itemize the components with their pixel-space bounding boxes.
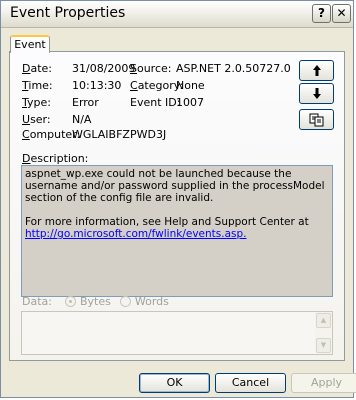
date-label: Date: [22, 62, 53, 75]
event-id-value: 1007 [176, 96, 204, 109]
data-format-row: Data: Bytes Words [22, 295, 169, 308]
apply-button[interactable]: Apply [291, 373, 356, 393]
window-title: Event Properties [10, 5, 126, 21]
event-id-label: Event ID: [130, 96, 181, 109]
next-event-button[interactable] [299, 83, 334, 104]
words-radio[interactable] [120, 296, 132, 307]
help-center-link[interactable]: http://go.microsoft.com/fwlink/events.as… [25, 228, 247, 240]
scroll-up-icon[interactable]: ▲ [316, 313, 331, 328]
copy-event-button[interactable] [299, 109, 334, 130]
data-scrollbar[interactable]: ▲ ▼ [315, 312, 332, 354]
type-label: Type: [22, 96, 51, 109]
previous-event-button[interactable] [299, 60, 334, 81]
help-button[interactable]: ? [312, 4, 331, 23]
user-label: User: [22, 113, 51, 126]
scroll-down-icon[interactable]: ▼ [316, 338, 331, 353]
help-center-text: For more information, see Help and Suppo… [25, 216, 309, 228]
close-icon: ✕ [336, 6, 347, 20]
source-value: ASP.NET 2.0.50727.0 [176, 62, 291, 75]
date-value: 31/08/2009 [72, 62, 136, 75]
computer-value: WGLAIBFZPWD3J [72, 128, 167, 141]
copy-icon [309, 113, 323, 127]
bytes-radio[interactable] [65, 296, 77, 307]
bytes-option[interactable]: Bytes [65, 295, 114, 308]
bytes-label: Bytes [79, 295, 111, 308]
description-label: Description: [22, 152, 89, 165]
help-icon: ? [318, 6, 325, 20]
user-value: N/A [72, 113, 92, 126]
arrow-up-icon [312, 65, 321, 76]
event-properties-dialog: Event Properties ? ✕ Event Date: 31/08/2… [0, 0, 356, 398]
data-textbox[interactable]: ▲ ▼ [21, 311, 333, 355]
ok-button[interactable]: OK [139, 373, 210, 393]
title-bar: Event Properties ? ✕ [1, 1, 353, 28]
words-option[interactable]: Words [120, 295, 169, 308]
tab-event[interactable]: Event [10, 35, 50, 53]
close-button[interactable]: ✕ [332, 4, 351, 23]
category-value: None [176, 79, 205, 92]
event-tab-panel: Date: 31/08/2009 Time: 10:13:30 Type: Er… [9, 51, 345, 361]
time-label: Time: [22, 79, 53, 92]
cancel-button[interactable]: Cancel [215, 373, 286, 393]
description-text: aspnet_wp.exe could not be launched beca… [25, 168, 325, 204]
description-textbox[interactable]: aspnet_wp.exe could not be launched beca… [21, 165, 333, 297]
arrow-down-icon [312, 88, 321, 99]
source-label: Source: [130, 62, 172, 75]
time-value: 10:13:30 [72, 79, 122, 92]
data-label: Data: [22, 295, 52, 308]
type-value: Error [72, 96, 99, 109]
words-label: Words [134, 295, 169, 308]
